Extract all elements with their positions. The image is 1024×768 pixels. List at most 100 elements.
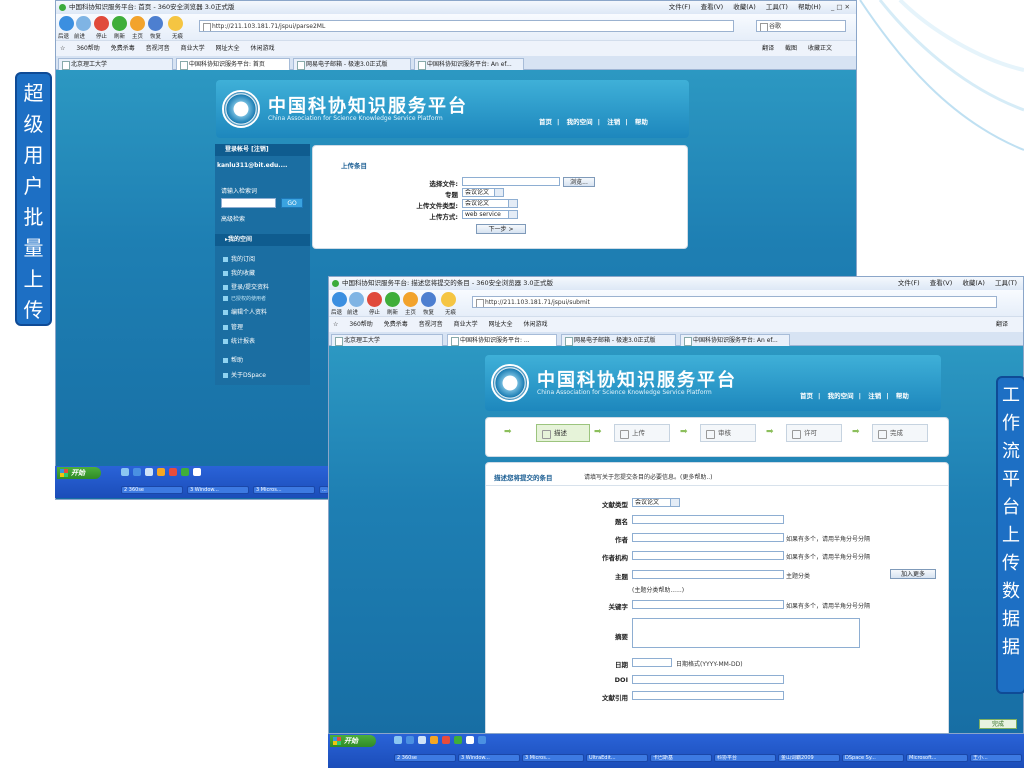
fav-item[interactable]: 网址大全 bbox=[489, 321, 513, 328]
next-step-button[interactable]: 下一步 > bbox=[476, 224, 526, 234]
fav-item[interactable]: 音视河音 bbox=[419, 321, 443, 328]
taskbar-item[interactable]: DSpace Sy... bbox=[842, 754, 904, 762]
doi-input[interactable] bbox=[632, 675, 784, 684]
translate-button[interactable]: 翻译 bbox=[996, 317, 1008, 332]
sidebar-item-submit[interactable]: 登录/提交资料 bbox=[223, 282, 269, 291]
taskbar-item[interactable]: 3 Micros... bbox=[522, 754, 584, 762]
fav-item[interactable]: 免费杀毒 bbox=[111, 45, 135, 52]
taskbar-item[interactable]: UltraEdit... bbox=[586, 754, 648, 762]
address-bar[interactable]: http://211.103.181.71/jspui/submit bbox=[472, 296, 997, 308]
step-upload[interactable]: 上传 bbox=[614, 424, 670, 442]
fav-star[interactable]: ☆ bbox=[333, 321, 338, 328]
sidebar-item-subscriptions[interactable]: 我的订阅 bbox=[223, 254, 255, 263]
sidebar-search-input[interactable] bbox=[221, 198, 276, 208]
sidebar-item-stats[interactable]: 统计报表 bbox=[223, 336, 255, 345]
tab-platform[interactable]: 中国科协知识服务平台: An ef... bbox=[680, 334, 790, 346]
quicklaunch-icon[interactable] bbox=[145, 468, 153, 476]
address-bar[interactable]: http://211.103.181.71/jspui/parse2ML bbox=[199, 20, 734, 32]
taskbar-item[interactable]: 2 360se bbox=[121, 486, 183, 494]
file-type-select[interactable]: 会议论文 bbox=[462, 199, 518, 208]
file-path-input[interactable] bbox=[462, 177, 560, 186]
nav-logout-link[interactable]: 注销 bbox=[607, 118, 620, 126]
subject-input[interactable] bbox=[632, 570, 784, 579]
author-input[interactable] bbox=[632, 533, 784, 542]
sidebar-item-admin[interactable]: 管理 bbox=[223, 322, 243, 331]
taskbar-item[interactable]: 2 360se bbox=[394, 754, 456, 762]
window-controls[interactable]: _ □ ✕ bbox=[831, 3, 850, 11]
tab-bit[interactable]: 北京理工大学 bbox=[58, 58, 173, 70]
sidebar-item-about[interactable]: 关于DSpace bbox=[223, 370, 266, 379]
restore-icon[interactable] bbox=[148, 16, 163, 31]
step-license[interactable]: 许可 bbox=[786, 424, 842, 442]
fav-item[interactable]: 商业大学 bbox=[181, 45, 205, 52]
tab-mail[interactable]: 网易电子邮箱 - 极速3.0正式版 bbox=[293, 58, 411, 70]
back-arrow-icon[interactable] bbox=[332, 292, 347, 307]
taskbar-item[interactable]: 金山词霸2009 bbox=[778, 754, 840, 762]
start-button[interactable]: 开始 bbox=[330, 735, 376, 747]
quicklaunch-icon[interactable] bbox=[193, 468, 201, 476]
quicklaunch-icon[interactable] bbox=[442, 736, 450, 744]
fav-item[interactable]: 休闲游戏 bbox=[250, 45, 274, 52]
fav-item[interactable]: 免费杀毒 bbox=[384, 321, 408, 328]
taskbar-item[interactable]: 3 Window... bbox=[187, 486, 249, 494]
collect-button[interactable]: 收藏正文 bbox=[808, 45, 832, 52]
taskbar-item[interactable]: 科协平台 bbox=[714, 754, 776, 762]
forward-arrow-icon[interactable] bbox=[76, 16, 91, 31]
fav-star[interactable]: ☆ bbox=[60, 45, 65, 52]
home-icon[interactable] bbox=[403, 292, 418, 307]
menu-file[interactable]: 文件(F) bbox=[669, 3, 691, 11]
quicklaunch-icon[interactable] bbox=[418, 736, 426, 744]
quicklaunch-icon[interactable] bbox=[406, 736, 414, 744]
advanced-search-link[interactable]: 高级检索 bbox=[221, 214, 245, 223]
start-button[interactable]: 开始 bbox=[57, 467, 101, 479]
doc-type-select[interactable]: 会议论文 bbox=[632, 498, 680, 507]
fav-item[interactable]: 商业大学 bbox=[454, 321, 478, 328]
incognito-icon[interactable] bbox=[441, 292, 456, 307]
go-button[interactable]: GO bbox=[281, 198, 303, 208]
sidebar-item-profile[interactable]: 编辑个人资料 bbox=[223, 307, 267, 316]
menu-view[interactable]: 查看(V) bbox=[930, 279, 953, 287]
taskbar-item[interactable]: 王小... bbox=[970, 754, 1022, 762]
refresh-icon[interactable] bbox=[385, 292, 400, 307]
menu-favorites[interactable]: 收藏(A) bbox=[733, 3, 756, 11]
stop-icon[interactable] bbox=[94, 16, 109, 31]
upload-method-select[interactable]: web service bbox=[462, 210, 518, 219]
nav-help-link[interactable]: 帮助 bbox=[635, 118, 648, 126]
quicklaunch-icon[interactable] bbox=[394, 736, 402, 744]
quicklaunch-icon[interactable] bbox=[454, 736, 462, 744]
quicklaunch-icon[interactable] bbox=[157, 468, 165, 476]
menu-help[interactable]: 帮助(H) bbox=[798, 3, 821, 11]
tab-bit[interactable]: 北京理工大学 bbox=[331, 334, 443, 346]
quicklaunch-icon[interactable] bbox=[133, 468, 141, 476]
citation-input[interactable] bbox=[632, 691, 784, 700]
tab-home[interactable]: 中国科协知识服务平台: 首页 bbox=[176, 58, 290, 70]
quicklaunch-icon[interactable] bbox=[478, 736, 486, 744]
menu-tools[interactable]: 工具(T) bbox=[995, 279, 1017, 287]
nav-help-link[interactable]: 帮助 bbox=[896, 392, 909, 400]
quicklaunch-icon[interactable] bbox=[169, 468, 177, 476]
date-input[interactable] bbox=[632, 658, 672, 667]
taskbar-item[interactable]: 3 Window... bbox=[458, 754, 520, 762]
org-input[interactable] bbox=[632, 551, 784, 560]
incognito-icon[interactable] bbox=[168, 16, 183, 31]
refresh-icon[interactable] bbox=[112, 16, 127, 31]
topic-select[interactable]: 会议论文 bbox=[462, 188, 504, 197]
subject-help-link[interactable]: (主题分类帮助......) bbox=[632, 585, 684, 594]
tab-submit[interactable]: 中国科协知识服务平台: ... bbox=[447, 334, 557, 346]
translate-button[interactable]: 翻译 bbox=[762, 45, 774, 52]
menu-view[interactable]: 查看(V) bbox=[701, 3, 724, 11]
step-review[interactable]: 审核 bbox=[700, 424, 756, 442]
taskbar-item[interactable]: 3 Micros... bbox=[253, 486, 315, 494]
taskbar-item[interactable]: Microsoft... bbox=[906, 754, 968, 762]
browse-button[interactable]: 浏览... bbox=[563, 177, 595, 187]
menu-favorites[interactable]: 收藏(A) bbox=[962, 279, 985, 287]
title-input[interactable] bbox=[632, 515, 784, 524]
quicklaunch-icon[interactable] bbox=[466, 736, 474, 744]
stop-icon[interactable] bbox=[367, 292, 382, 307]
sidebar-item-authorized[interactable]: 已授权的使用者 bbox=[223, 295, 266, 302]
nav-logout-link[interactable]: 注销 bbox=[868, 392, 881, 400]
quicklaunch-icon[interactable] bbox=[181, 468, 189, 476]
fav-item[interactable]: 360帮助 bbox=[76, 45, 99, 52]
restore-icon[interactable] bbox=[421, 292, 436, 307]
tab-platform[interactable]: 中国科协知识服务平台: An ef... bbox=[414, 58, 524, 70]
